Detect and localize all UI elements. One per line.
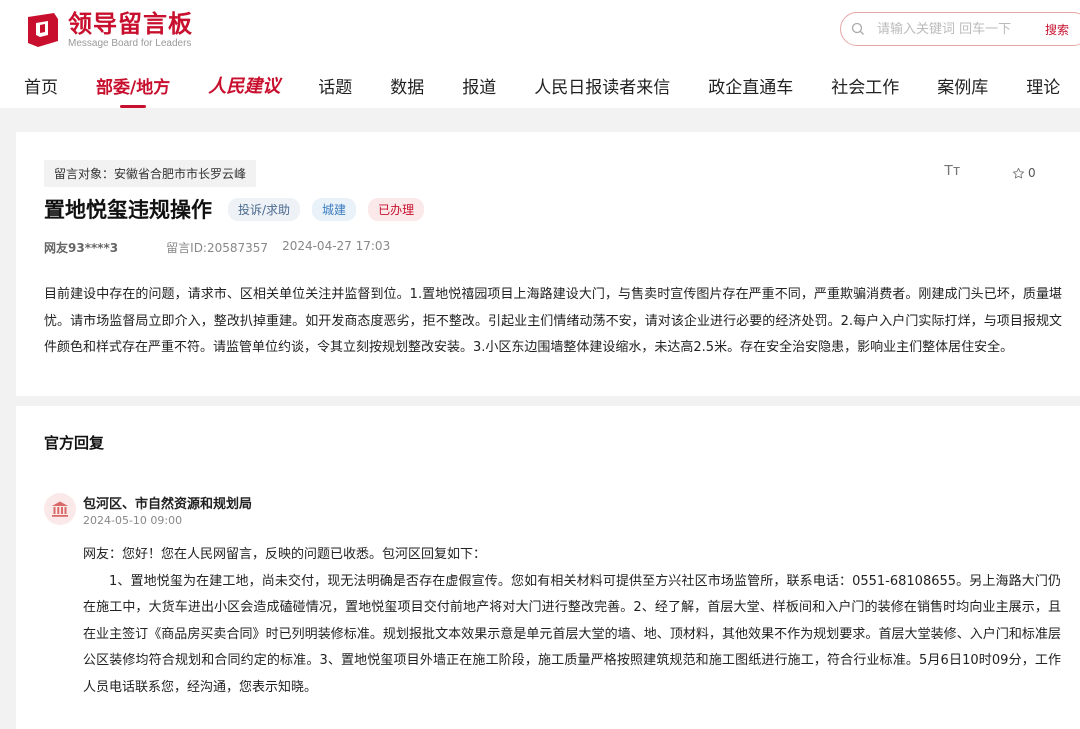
message-id: 留言ID:20587357 [166,241,269,255]
search-box: 搜索 [840,12,1080,46]
nav-item-data[interactable]: 数据 [390,73,424,98]
favorite-button[interactable]: 0 [1012,166,1036,180]
reply-org-name: 包河区、市自然资源和规划局 [83,497,253,512]
reply-content: 1、置地悦玺为在建工地，尚未交付，现无法明确是否存在虚假宣传。您如有相关材料可提… [83,573,1061,695]
reply-body: 网友：您好！您在人民网留言，反映的问题已收悉。包河区回复如下： 1、置地悦玺为在… [83,542,1061,701]
message-datetime: 2024-04-27 17:03 [282,239,391,253]
message-target: 留言对象：安徽省合肥市市长罗云峰 [44,160,257,187]
search-icon [851,22,864,35]
nav-item-ministries-local[interactable]: 部委/地方 [96,73,170,108]
nav-item-gov-business[interactable]: 政企直通车 [708,73,793,98]
reply-section-title: 官方回复 [44,434,105,452]
nav-item-topics[interactable]: 话题 [318,73,352,98]
site-header: 领导留言板 Message Board for Leaders 搜索 首页 部委… [0,0,1080,108]
logo-title: 领导留言板 [68,10,193,38]
nav-item-home[interactable]: 首页 [24,73,58,98]
nav-item-reader-letters[interactable]: 人民日报读者来信 [534,73,670,98]
message-user: 网友93****3 [44,241,119,255]
message-card: 留言对象：安徽省合肥市市长罗云峰 Tт 0 置地悦玺违规操作 投诉/求助 城建 … [16,132,1080,396]
nav-item-case-library[interactable]: 案例库 [937,73,988,98]
favorite-count: 0 [1028,166,1036,180]
tag-category-badge: 投诉/求助 [228,197,301,221]
main-nav: 首页 部委/地方 人民建议 话题 数据 报道 人民日报读者来信 政企直通车 社会… [24,72,1080,108]
government-building-icon [44,493,76,525]
search-button[interactable]: 搜索 [1045,21,1069,38]
title-row: 置地悦玺违规操作 投诉/求助 城建 已办理 [44,194,425,224]
nav-item-reports[interactable]: 报道 [462,73,496,98]
search-input[interactable] [877,21,1027,37]
reply-date: 2024-05-10 09:00 [83,514,183,527]
nav-item-social-work[interactable]: 社会工作 [831,73,899,98]
tag-domain-badge: 城建 [312,197,357,221]
message-content: 目前建设中存在的问题，请求市、区相关单位关注并监督到位。1.置地悦禧园项目上海路… [44,287,1062,355]
nav-item-theory[interactable]: 理论 [1026,73,1060,98]
message-title: 置地悦玺违规操作 [44,198,212,222]
logo-mark-icon [24,11,62,49]
site-logo[interactable]: 领导留言板 Message Board for Leaders [24,10,193,50]
star-icon [1012,167,1025,178]
status-badge: 已办理 [368,197,425,221]
logo-subtitle: Message Board for Leaders [68,38,192,49]
reply-greeting: 网友：您好！您在人民网留言，反映的问题已收悉。包河区回复如下： [83,547,487,562]
reply-card: 官方回复 包河区、市自然资源和规划局 2024-05-10 09:00 网友：您… [16,406,1080,729]
font-size-icon[interactable]: Tт [944,162,960,179]
message-meta: 网友93****3 留言ID:20587357 2024-04-27 17:03 [44,239,390,256]
nav-item-people-suggestion[interactable]: 人民建议 [208,72,280,98]
